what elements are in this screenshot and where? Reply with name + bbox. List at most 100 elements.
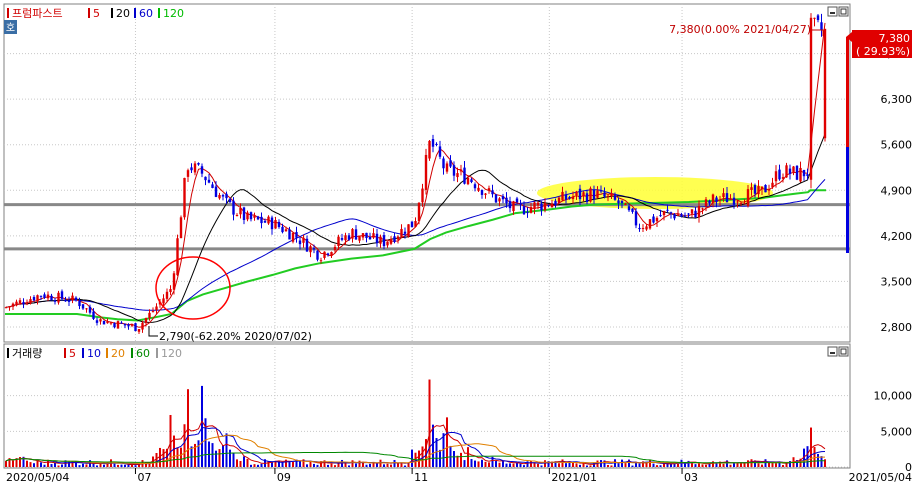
candle-body [88, 306, 92, 313]
candle-body [22, 302, 25, 305]
candle-body [165, 291, 169, 299]
candle-body [487, 188, 491, 191]
candle-body [74, 297, 78, 301]
legend-vol-ma60: 60 [136, 347, 150, 360]
candle-body [820, 22, 823, 30]
volume-bar [393, 460, 396, 467]
candle-body [554, 200, 557, 206]
volume-bar [376, 463, 378, 467]
price-minimize-button[interactable] [827, 6, 838, 17]
candle-body [568, 196, 571, 199]
legend-vol-ma120: 120 [161, 347, 182, 360]
candle-body [585, 193, 589, 203]
high-annotation: 7,380(0.00% 2021/04/27) [669, 23, 811, 36]
candle-body [36, 295, 39, 302]
volume-bar [631, 465, 634, 467]
candle-body [624, 203, 627, 205]
volume-bar [635, 462, 637, 467]
candle-body [466, 177, 470, 185]
candle-body [526, 212, 529, 214]
candle-body [620, 200, 624, 204]
candle-body [113, 323, 116, 328]
candle-body [498, 198, 501, 202]
candle-body [690, 209, 694, 214]
volume-bar [540, 465, 543, 467]
volume-maximize-button[interactable] [838, 346, 849, 357]
volume-bar [761, 464, 763, 467]
volume-bar [512, 463, 515, 467]
candle-body [305, 238, 309, 252]
candle-body [39, 295, 43, 297]
candle-body [43, 294, 46, 298]
candle-body [477, 187, 480, 191]
candle-body [403, 231, 407, 234]
candle-body [32, 297, 36, 301]
volume-bar [222, 445, 224, 467]
candle-body [638, 227, 641, 230]
volume-bar [407, 463, 410, 467]
toggle-button-label: 호 [6, 22, 15, 34]
volume-bar [215, 450, 217, 467]
volume-bar [530, 460, 532, 467]
candle-body [186, 170, 190, 177]
volume-bar [558, 463, 560, 467]
volume-bar [537, 463, 539, 467]
volume-bar [586, 465, 588, 467]
legend-vol-ma5: 5 [69, 347, 76, 360]
candle-body [470, 179, 473, 183]
candle-body [543, 202, 547, 211]
volume-bar [358, 460, 361, 467]
candle-body [421, 188, 424, 203]
volume-bar [26, 460, 28, 467]
volume-bar [169, 414, 172, 467]
volume-bar [705, 464, 707, 467]
candle-body [347, 235, 351, 240]
candle-body [29, 299, 32, 304]
candle-body [480, 190, 484, 195]
candle-body [722, 193, 725, 198]
volume-bar [351, 460, 354, 467]
candle-body [802, 169, 806, 177]
candle-body [85, 308, 88, 310]
candle-body [281, 226, 284, 233]
volume-bar [533, 462, 536, 467]
candle-body [368, 236, 372, 240]
candle-body [505, 197, 508, 204]
candle-body [179, 217, 183, 239]
candle-body [634, 211, 638, 226]
volume-bar [652, 463, 655, 467]
volume-bar [673, 463, 676, 467]
candle-body [771, 182, 774, 188]
volume-tick-label: 10,000 [874, 390, 913, 403]
candle-body [795, 165, 799, 180]
candle-body [729, 198, 732, 200]
volume-minimize-button[interactable] [827, 346, 838, 357]
candle-body [484, 193, 487, 195]
candle-body [494, 194, 498, 203]
candle-body [50, 295, 53, 301]
x-tick-label: 09 [277, 471, 291, 484]
candle-body [344, 235, 347, 241]
candle-body [631, 208, 634, 212]
price-maximize-button[interactable] [838, 6, 849, 17]
legend-stock-name: 프럼파스트 [12, 7, 63, 20]
volume-bar [446, 417, 448, 467]
candle-body [78, 300, 81, 307]
candle-body [813, 17, 816, 19]
volume-bar [99, 463, 102, 467]
candle-body [298, 240, 302, 245]
candle-body [4, 307, 8, 309]
candle-body [18, 300, 22, 304]
candle-body [501, 196, 505, 200]
candle-body [547, 205, 550, 207]
volume-bar [505, 463, 508, 467]
volume-bar [488, 462, 490, 467]
volume-bar [519, 463, 522, 467]
candle-body [326, 253, 330, 255]
volume-bar [313, 463, 315, 467]
volume-bar [820, 456, 823, 467]
candle-body [57, 292, 60, 303]
volume-bar [155, 453, 158, 467]
current-price-change: ( 29.93%) [856, 45, 910, 58]
candle-body [417, 202, 421, 222]
